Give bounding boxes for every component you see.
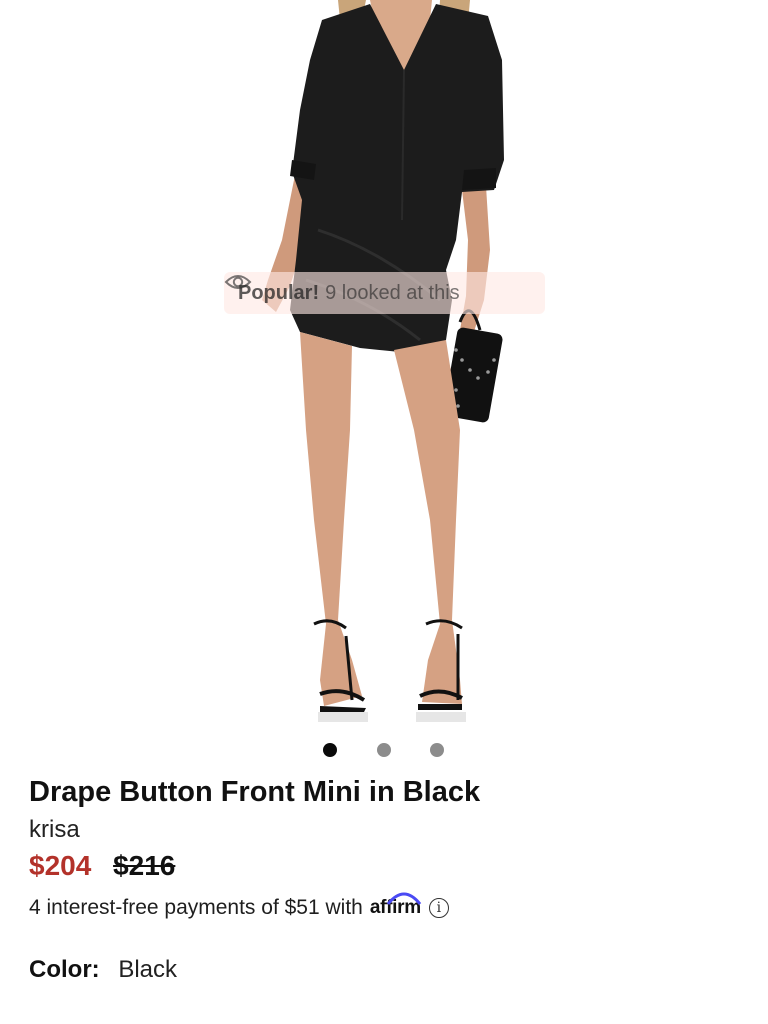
installments-text: 4 interest-free payments of $51 with xyxy=(29,896,363,919)
color-row: Color: Black xyxy=(29,956,177,984)
affirm-installments: 4 interest-free payments of $51 with aff… xyxy=(29,892,449,920)
info-icon[interactable]: i xyxy=(428,898,449,918)
product-page: Popular! 9 looked at this Drape Button F… xyxy=(0,0,768,1024)
color-label: Color: xyxy=(29,956,100,983)
color-label-colon: : xyxy=(91,956,100,983)
product-image xyxy=(262,0,504,722)
color-value: Black xyxy=(118,956,178,983)
product-image-gallery[interactable]: Popular! 9 looked at this xyxy=(0,0,768,730)
carousel-dot-1[interactable] xyxy=(323,743,337,757)
popular-badge: Popular! 9 looked at this xyxy=(224,272,545,314)
color-label-text: Color xyxy=(29,956,92,983)
carousel-dot-2[interactable] xyxy=(377,743,391,757)
brand-link[interactable]: krisa xyxy=(29,816,80,844)
affirm-arc-icon xyxy=(386,892,422,905)
original-price: $216 xyxy=(113,850,176,881)
eye-icon xyxy=(224,275,252,289)
price-row: $204 $216 xyxy=(29,850,175,882)
popular-count-text: 9 looked at this xyxy=(325,281,460,304)
carousel-dot-3[interactable] xyxy=(430,743,444,757)
affirm-logo[interactable]: affirm xyxy=(370,892,421,919)
sale-price: $204 xyxy=(29,850,92,881)
product-title: Drape Button Front Mini in Black xyxy=(29,776,481,808)
carousel-dots xyxy=(0,743,768,757)
